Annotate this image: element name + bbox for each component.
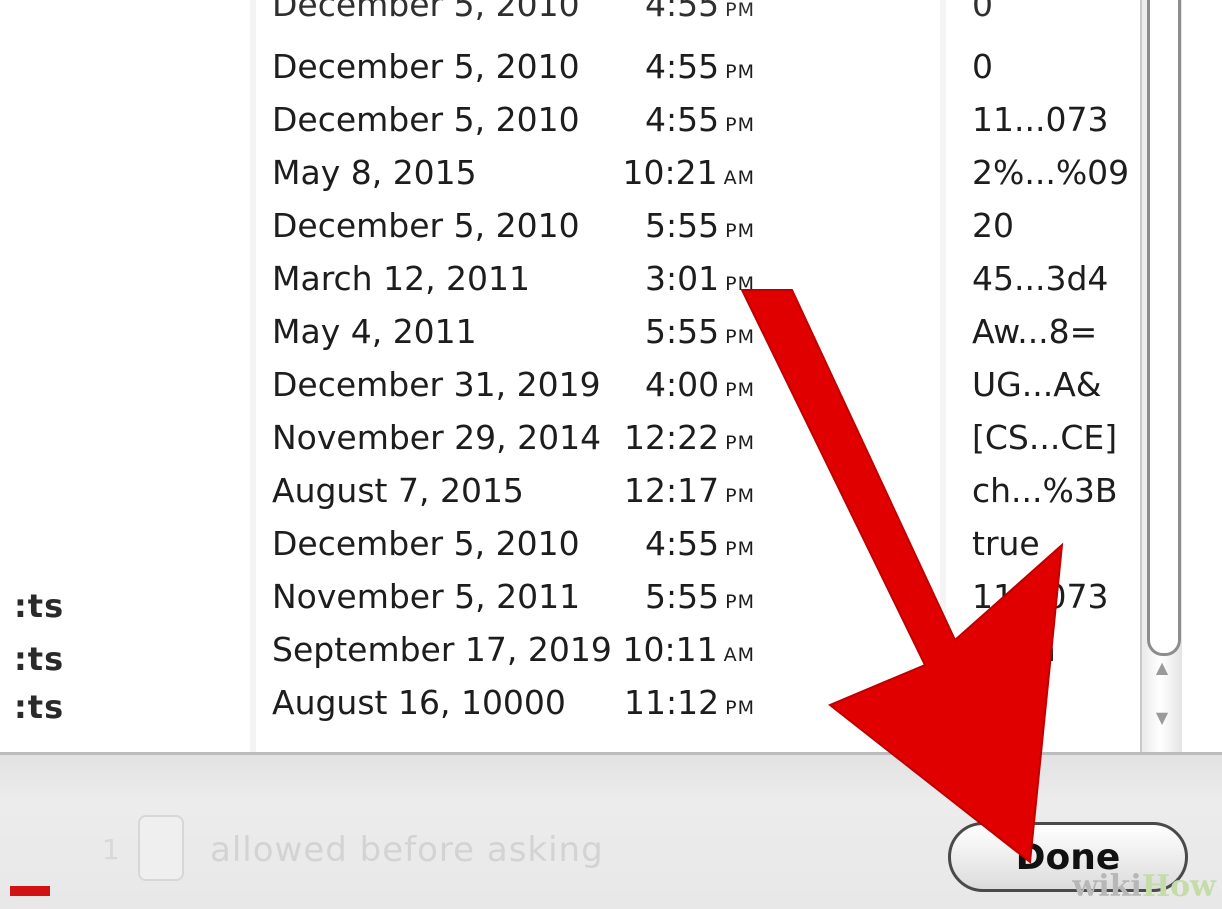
scroll-down-arrow-icon[interactable]: ▼ [1152,708,1172,728]
value-cell: true [972,524,1040,563]
expires-time-cell: 5:55 PM [645,312,755,351]
quantity-stepper[interactable] [138,815,184,881]
value-cell: [CS...CE] [972,418,1118,457]
value-cell: 0 [972,47,993,86]
scroll-thumb[interactable] [1147,0,1181,656]
stepper-value: 1 [102,833,120,866]
expires-time-cell: 3:01 PM [645,259,755,298]
expires-time-cell: 10:21 AM [622,153,755,192]
value-cell: 45...3d4 [972,259,1109,298]
table-row[interactable]: May 8, 2015 10:21 AM 2%...%09 [0,150,1140,196]
table-row[interactable]: December 5, 2010 4:55 PM 11...073 [0,97,1140,143]
table-row[interactable]: December 5, 2010 4:55 PM 0 [0,0,1140,28]
expires-date-cell: May 8, 2015 [272,153,477,192]
expires-date-cell: December 31, 2019 [272,365,601,404]
value-cell: e [972,683,993,722]
value-cell: Aw...8= [972,312,1098,351]
table-row[interactable]: March 12, 2011 3:01 PM 45...3d4 [0,256,1140,302]
table-row[interactable]: May 4, 2011 5:55 PM Aw...8= [0,309,1140,355]
table-row[interactable]: September 17, 2019 10:11 AM ...om [0,627,1140,673]
table-row[interactable]: December 5, 2010 5:55 PM 20 [0,203,1140,249]
table-row[interactable]: December 5, 2010 4:55 PM true [0,521,1140,567]
expires-date-cell: December 5, 2010 [272,47,580,86]
expires-date-cell: May 4, 2011 [272,312,477,351]
value-cell: 11...073 [972,100,1109,139]
value-cell: 11...073 [972,577,1109,616]
expires-date-cell: December 5, 2010 [272,206,580,245]
value-cell: 0 [972,0,993,24]
allowed-before-asking-label: allowed before asking [210,830,604,870]
table-row[interactable]: November 5, 2011 5:55 PM 11...073 [0,574,1140,620]
value-cell: 20 [972,206,1014,245]
expires-date-cell: August 16, 10000 [272,683,566,722]
expires-time-cell: 4:00 PM [645,365,755,404]
value-cell: ...om [972,630,1056,669]
wikihow-watermark: wikiHow [1072,869,1216,904]
expires-date-cell: March 12, 2011 [272,259,531,298]
expires-time-cell: 5:55 PM [645,577,755,616]
table-row[interactable]: August 16, 10000 11:12 PM e [0,680,1140,726]
expires-date-cell: August 7, 2015 [272,471,524,510]
expires-time-cell: 5:55 PM [645,206,755,245]
table-row[interactable]: December 31, 2019 4:00 PM UG...A& [0,362,1140,408]
expires-time-cell: 12:22 PM [624,418,755,457]
expires-date-cell: December 5, 2010 [272,524,580,563]
table-row[interactable]: December 5, 2010 4:55 PM 0 [0,44,1140,90]
expires-date-cell: September 17, 2019 [272,630,612,669]
expires-date-cell: December 5, 2010 [272,0,580,24]
red-indicator [10,886,50,896]
expires-date-cell: November 29, 2014 [272,418,602,457]
value-cell: 2%...%09 [972,153,1130,192]
expires-time-cell: 4:55 PM [645,100,755,139]
cookie-list-window: :ts :ts :ts December 5, 2010 4:55 PM 0 De… [0,0,1222,909]
expires-time-cell: 4:55 PM [645,524,755,563]
value-cell: UG...A& [972,365,1102,404]
expires-time-cell: 10:11 AM [622,630,755,669]
expires-date-cell: December 5, 2010 [272,100,580,139]
expires-time-cell: 4:55 PM [645,47,755,86]
expires-time-cell: 4:55 PM [645,0,755,24]
scroll-up-arrow-icon[interactable]: ▲ [1152,658,1172,678]
expires-time-cell: 11:12 PM [624,683,755,722]
expires-time-cell: 12:17 PM [624,471,755,510]
table-row[interactable]: August 7, 2015 12:17 PM ch...%3B [0,468,1140,514]
expires-date-cell: November 5, 2011 [272,577,581,616]
value-cell: ch...%3B [972,471,1118,510]
table-row[interactable]: November 29, 2014 12:22 PM [CS...CE] [0,415,1140,461]
vertical-scrollbar[interactable]: ▲ ▼ [1140,0,1182,752]
